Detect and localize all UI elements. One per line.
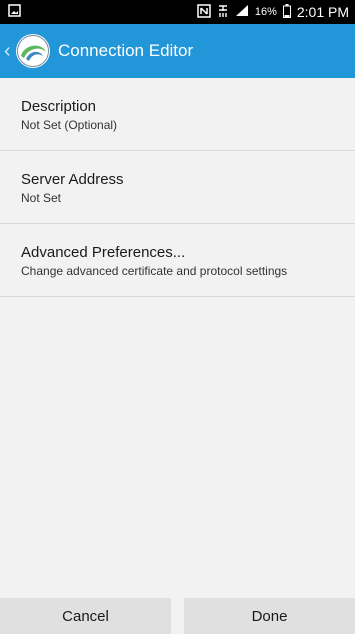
screen: 16% 2:01 PM ‹ Connection Editor Descript… bbox=[0, 0, 355, 634]
server-address-item[interactable]: Server Address Not Set bbox=[0, 151, 355, 224]
app-bar: ‹ Connection Editor bbox=[0, 24, 355, 78]
page-title: Connection Editor bbox=[58, 41, 194, 60]
app-logo[interactable] bbox=[16, 34, 50, 68]
settings-list: Description Not Set (Optional) Server Ad… bbox=[0, 78, 355, 297]
done-button[interactable]: Done bbox=[184, 598, 355, 634]
server-address-title: Server Address bbox=[21, 171, 124, 188]
nfc-icon bbox=[197, 3, 211, 21]
status-bar: 16% 2:01 PM bbox=[0, 0, 355, 24]
bottom-action-bar: Cancel Done bbox=[0, 598, 355, 634]
signal-icon bbox=[235, 4, 249, 20]
description-item[interactable]: Description Not Set (Optional) bbox=[0, 78, 355, 151]
battery-icon bbox=[282, 3, 291, 21]
description-title: Description bbox=[21, 98, 97, 115]
advanced-preferences-item[interactable]: Advanced Preferences... Change advanced … bbox=[0, 224, 355, 297]
battery-percent: 16% bbox=[254, 6, 277, 18]
advanced-preferences-title: Advanced Preferences... bbox=[21, 244, 186, 261]
server-address-value: Not Set bbox=[21, 191, 62, 205]
advanced-preferences-description: Change advanced certificate and protocol… bbox=[21, 264, 288, 278]
cancel-button[interactable]: Cancel bbox=[0, 598, 171, 634]
network-icon bbox=[217, 4, 229, 21]
description-value: Not Set (Optional) bbox=[21, 118, 118, 132]
clock: 2:01 PM bbox=[296, 4, 349, 20]
back-chevron-icon[interactable]: ‹ bbox=[4, 41, 14, 61]
gallery-notification-icon bbox=[8, 4, 21, 20]
